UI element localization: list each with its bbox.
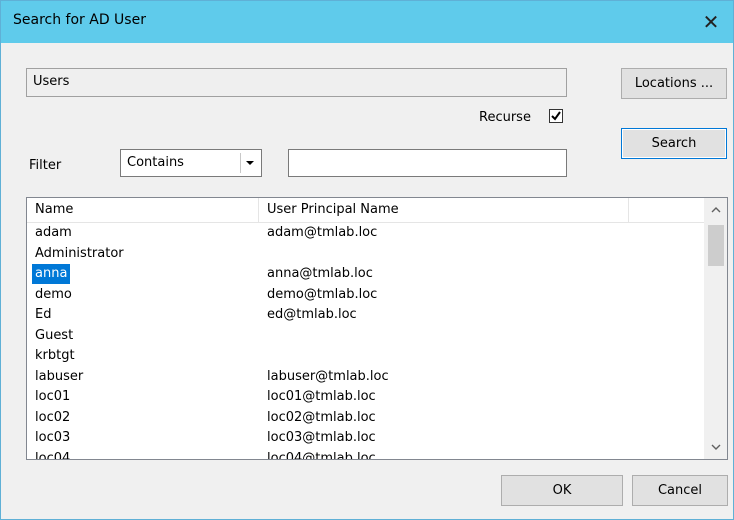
chevron-down-icon[interactable] bbox=[240, 153, 259, 173]
scrollbar-thumb[interactable] bbox=[708, 225, 724, 266]
user-upn: loc03@tmlab.loc bbox=[267, 430, 376, 445]
user-upn: loc04@tmlab.loc bbox=[267, 450, 376, 460]
filter-label: Filter bbox=[29, 158, 62, 173]
user-name: labuser bbox=[35, 368, 84, 384]
table-row[interactable]: Guest bbox=[27, 326, 705, 347]
column-header-extra[interactable] bbox=[629, 198, 705, 222]
user-name: adam bbox=[35, 225, 72, 240]
table-row[interactable]: krbtgt bbox=[27, 346, 705, 367]
search-button[interactable]: Search bbox=[621, 128, 727, 159]
user-name: Ed bbox=[35, 307, 52, 322]
filter-mode-value: Contains bbox=[127, 155, 184, 170]
user-upn: adam@tmlab.loc bbox=[267, 225, 378, 240]
table-row[interactable]: adam adam@tmlab.loc bbox=[27, 223, 705, 244]
locations-button[interactable]: Locations ... bbox=[621, 68, 727, 99]
user-name: Administrator bbox=[35, 245, 124, 261]
column-header-upn[interactable]: User Principal Name bbox=[259, 198, 629, 222]
recurse-label: Recurse bbox=[479, 110, 531, 125]
user-upn: loc02@tmlab.loc bbox=[267, 409, 376, 425]
user-name: loc02 bbox=[35, 409, 71, 425]
window-title: Search for AD User bbox=[13, 12, 146, 28]
user-name: Guest bbox=[35, 327, 74, 343]
user-name: anna bbox=[32, 264, 71, 284]
user-upn: anna@tmlab.loc bbox=[267, 266, 373, 281]
user-upn: labuser@tmlab.loc bbox=[267, 368, 389, 384]
check-icon bbox=[551, 111, 561, 121]
list-rows: adam adam@tmlab.loc Administrator anna ann… bbox=[27, 223, 705, 460]
vertical-scrollbar[interactable] bbox=[704, 198, 727, 459]
table-row[interactable]: loc01 loc01@tmlab.loc bbox=[27, 387, 705, 408]
user-name: loc03 bbox=[35, 430, 71, 445]
recurse-checkbox[interactable] bbox=[549, 109, 563, 123]
title-bar: Search for AD User ✕ bbox=[1, 1, 733, 43]
table-row[interactable]: demo demo@tmlab.loc bbox=[27, 285, 705, 306]
location-field: Users bbox=[26, 68, 567, 97]
table-row[interactable]: labuser labuser@tmlab.loc bbox=[27, 367, 705, 388]
column-header-name[interactable]: Name bbox=[27, 198, 259, 222]
cancel-button[interactable]: Cancel bbox=[632, 475, 728, 506]
table-row[interactable]: Ed ed@tmlab.loc bbox=[27, 305, 705, 326]
list-header: Name User Principal Name bbox=[27, 198, 705, 223]
filter-text-input[interactable] bbox=[288, 149, 567, 177]
user-name: krbtgt bbox=[35, 348, 75, 363]
user-upn: demo@tmlab.loc bbox=[267, 286, 378, 302]
table-row-selected[interactable]: anna anna@tmlab.loc bbox=[27, 264, 705, 285]
user-upn: loc01@tmlab.loc bbox=[267, 389, 376, 404]
user-upn: ed@tmlab.loc bbox=[267, 307, 357, 322]
user-name: demo bbox=[35, 286, 72, 302]
ok-button[interactable]: OK bbox=[501, 475, 623, 506]
close-icon[interactable]: ✕ bbox=[689, 1, 733, 43]
table-row[interactable]: Administrator bbox=[27, 244, 705, 265]
user-list[interactable]: Name User Principal Name adam adam@tmlab.… bbox=[26, 197, 728, 460]
chevron-up-icon[interactable] bbox=[705, 200, 727, 220]
chevron-down-icon[interactable] bbox=[705, 437, 727, 457]
table-row[interactable]: loc03 loc03@tmlab.loc bbox=[27, 428, 705, 449]
table-row[interactable]: loc04 loc04@tmlab.loc bbox=[27, 449, 705, 460]
search-ad-user-dialog: Search for AD User ✕ Users Locations ...… bbox=[0, 0, 734, 520]
user-name: loc01 bbox=[35, 389, 71, 404]
filter-mode-select[interactable]: Contains bbox=[120, 149, 262, 177]
user-name: loc04 bbox=[35, 450, 71, 460]
table-row[interactable]: loc02 loc02@tmlab.loc bbox=[27, 408, 705, 429]
